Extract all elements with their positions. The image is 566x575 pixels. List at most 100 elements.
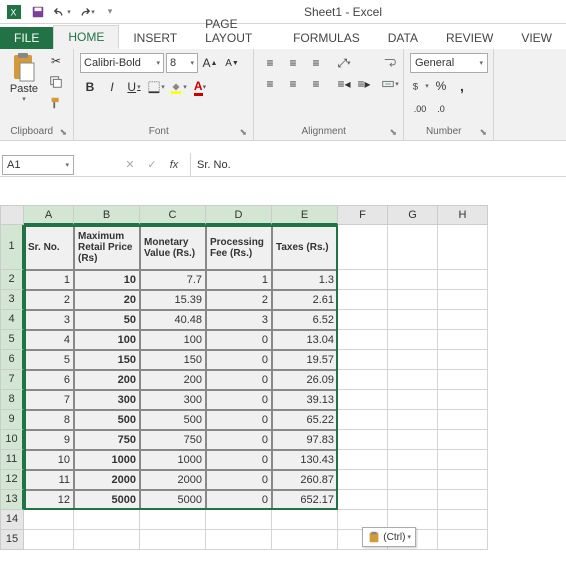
row-header[interactable]: 11 [0, 450, 24, 470]
copy-icon[interactable] [46, 72, 66, 92]
fx-icon[interactable]: fx [164, 159, 184, 171]
select-all-corner[interactable] [0, 205, 24, 225]
cell[interactable] [388, 350, 438, 370]
align-top-icon[interactable]: ≡ [260, 53, 280, 73]
cell[interactable]: 0 [206, 450, 272, 470]
cell[interactable]: 0 [206, 350, 272, 370]
cell[interactable]: 7 [24, 390, 74, 410]
row-header[interactable]: 14 [0, 510, 24, 530]
formula-input[interactable]: Sr. No. [191, 153, 566, 176]
accounting-format-icon[interactable]: $▾ [410, 76, 430, 96]
cell[interactable] [388, 225, 438, 270]
row-header[interactable]: 2 [0, 270, 24, 290]
cell[interactable]: 200 [74, 370, 140, 390]
align-right-icon[interactable]: ≡ [306, 74, 326, 94]
increase-indent-icon[interactable]: ≡▸ [354, 74, 374, 94]
column-header-D[interactable]: D [206, 205, 272, 225]
cell[interactable]: 500 [74, 410, 140, 430]
cell[interactable]: 0 [206, 370, 272, 390]
cell[interactable]: 20 [74, 290, 140, 310]
cell[interactable] [338, 470, 388, 490]
cell[interactable]: 65.22 [272, 410, 338, 430]
cell[interactable]: 11 [24, 470, 74, 490]
cell[interactable]: 100 [74, 330, 140, 350]
cell[interactable] [438, 225, 488, 270]
cell[interactable]: 0 [206, 410, 272, 430]
orientation-icon[interactable]: ⤢▾ [334, 53, 354, 73]
cell[interactable]: 15.39 [140, 290, 206, 310]
cell[interactable]: 0 [206, 330, 272, 350]
font-color-icon[interactable]: A▾ [190, 77, 210, 97]
name-box[interactable]: A1▾ [2, 155, 74, 175]
cell[interactable] [388, 310, 438, 330]
tab-file[interactable]: FILE [0, 27, 53, 49]
cell[interactable] [338, 270, 388, 290]
cell[interactable] [388, 430, 438, 450]
cell[interactable] [338, 370, 388, 390]
cell[interactable] [438, 450, 488, 470]
cell[interactable] [388, 490, 438, 510]
cell[interactable]: 3 [24, 310, 74, 330]
cell[interactable] [388, 470, 438, 490]
cell[interactable]: Monetary Value (Rs.) [140, 225, 206, 270]
row-header[interactable]: 10 [0, 430, 24, 450]
tab-data[interactable]: DATA [374, 27, 432, 49]
row-header[interactable]: 5 [0, 330, 24, 350]
cell[interactable] [438, 350, 488, 370]
save-icon[interactable] [28, 2, 48, 22]
tab-view[interactable]: VIEW [507, 27, 566, 49]
decrease-indent-icon[interactable]: ≡◂ [334, 74, 354, 94]
cell[interactable]: 50 [74, 310, 140, 330]
dialog-launcher-icon[interactable]: ⬊ [479, 127, 489, 138]
paste-button[interactable]: Paste ▾ [4, 51, 44, 103]
column-header-B[interactable]: B [74, 205, 140, 225]
cell[interactable] [388, 330, 438, 350]
row-header[interactable]: 4 [0, 310, 24, 330]
row-header[interactable]: 1 [0, 225, 24, 270]
enter-icon[interactable]: ✓ [142, 158, 162, 171]
cell[interactable]: 300 [74, 390, 140, 410]
cell[interactable]: 200 [140, 370, 206, 390]
cell[interactable]: 19.57 [272, 350, 338, 370]
cell[interactable] [338, 330, 388, 350]
cell[interactable] [388, 410, 438, 430]
row-header[interactable]: 9 [0, 410, 24, 430]
align-center-icon[interactable]: ≡ [283, 74, 303, 94]
cell[interactable]: 652.17 [272, 490, 338, 510]
cell[interactable]: 5 [24, 350, 74, 370]
cell[interactable]: 1 [206, 270, 272, 290]
cell[interactable]: 9 [24, 430, 74, 450]
decrease-decimal-icon[interactable]: .0 [431, 99, 451, 119]
cell[interactable]: 1000 [74, 450, 140, 470]
wrap-text-icon[interactable] [380, 53, 400, 73]
cell[interactable]: Processing Fee (Rs.) [206, 225, 272, 270]
cell[interactable]: 12 [24, 490, 74, 510]
cell[interactable] [438, 510, 488, 530]
bold-button[interactable]: B [80, 77, 100, 97]
tab-insert[interactable]: INSERT [119, 27, 191, 49]
cell[interactable] [74, 530, 140, 550]
percent-format-icon[interactable]: % [431, 76, 451, 96]
font-name-select[interactable]: Calibri-Bold▾ [80, 53, 164, 73]
cell[interactable] [438, 310, 488, 330]
increase-decimal-icon[interactable]: .00 [410, 99, 430, 119]
cell[interactable]: 1000 [140, 450, 206, 470]
cell[interactable] [272, 510, 338, 530]
cell[interactable] [438, 470, 488, 490]
cell[interactable]: 6 [24, 370, 74, 390]
column-header-H[interactable]: H [438, 205, 488, 225]
cell[interactable]: 2 [24, 290, 74, 310]
align-middle-icon[interactable]: ≡ [283, 53, 303, 73]
cell[interactable]: 300 [140, 390, 206, 410]
cell[interactable]: 5000 [74, 490, 140, 510]
dialog-launcher-icon[interactable]: ⬊ [389, 127, 399, 138]
cell[interactable] [338, 225, 388, 270]
cell[interactable]: 150 [74, 350, 140, 370]
italic-button[interactable]: I [102, 77, 122, 97]
align-left-icon[interactable]: ≡ [260, 74, 280, 94]
cell[interactable]: 150 [140, 350, 206, 370]
align-bottom-icon[interactable]: ≡ [306, 53, 326, 73]
cell[interactable] [206, 510, 272, 530]
cell[interactable]: 0 [206, 390, 272, 410]
cell[interactable]: 10 [74, 270, 140, 290]
